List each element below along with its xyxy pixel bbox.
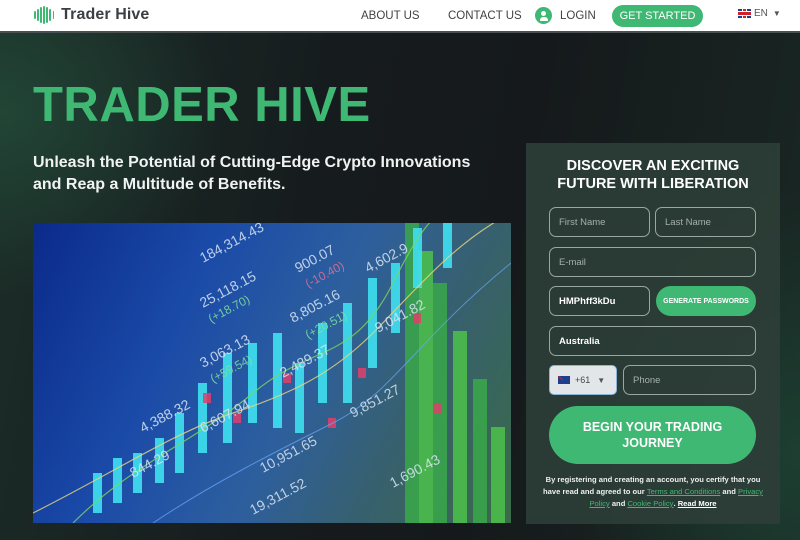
board-number: 19,311.52 — [247, 475, 309, 518]
caret-down-icon: ▼ — [597, 375, 606, 385]
board-number: 4,388.32 — [137, 396, 193, 436]
read-more-link[interactable]: Read More — [678, 499, 717, 508]
terms-link[interactable]: Terms and Conditions — [647, 487, 720, 496]
get-started-button[interactable]: GET STARTED — [612, 5, 703, 27]
brand-name: Trader Hive — [61, 6, 150, 23]
form-title-line2: FUTURE WITH LIBERATION — [557, 176, 749, 192]
australia-flag-icon — [558, 376, 570, 384]
red-candle — [433, 403, 441, 413]
nav-contact-us[interactable]: CONTACT US — [448, 0, 522, 31]
board-number: 844.29 — [127, 446, 173, 480]
form-title-line1: DISCOVER AN EXCITING — [566, 158, 740, 174]
login-label: LOGIN — [560, 9, 596, 22]
board-number: 10,951.65 — [257, 432, 320, 475]
brand-logo[interactable]: Trader Hive — [34, 6, 149, 24]
generate-password-button[interactable]: GENERATE PASSWORDS — [656, 286, 756, 316]
green-volume-bar — [419, 251, 433, 523]
terms-disclaimer: By registering and creating an account, … — [538, 474, 768, 510]
logo-bars-icon — [34, 6, 55, 24]
nav-login[interactable]: LOGIN — [535, 0, 596, 31]
green-volume-bar — [491, 427, 505, 523]
uk-flag-icon — [738, 9, 751, 18]
trading-chart-illustration: 184,314.4325,118.15(+18.70)3,063.13(+59.… — [33, 223, 511, 523]
begin-trading-button[interactable]: BEGIN YOUR TRADING JOURNEY — [549, 406, 756, 464]
green-volume-bar — [453, 331, 467, 523]
red-candle — [203, 393, 211, 403]
caret-down-icon: ▼ — [772, 9, 781, 18]
form-title: DISCOVER AN EXCITING FUTURE WITH LIBERAT… — [526, 157, 780, 193]
phone-code-select[interactable]: +61 ▼ — [549, 365, 617, 395]
last-name-input[interactable] — [655, 207, 756, 237]
board-number: 184,314.43 — [197, 223, 267, 266]
site-header: Trader Hive ABOUT US CONTACT US LOGIN GE… — [0, 0, 800, 33]
candlestick — [175, 413, 184, 473]
hero-subtitle: Unleash the Potential of Cutting-Edge Cr… — [33, 154, 471, 193]
user-icon — [535, 7, 552, 24]
green-volume-bar — [473, 379, 487, 523]
language-code: EN — [754, 8, 768, 19]
disclaimer-text: and — [720, 487, 739, 496]
hero-trading-image: 184,314.43 25,118.15 (+18.70) 3,063.13 (+59.… — [33, 223, 511, 523]
disclaimer-text: and — [609, 499, 628, 508]
cookie-link[interactable]: Cookie Policy — [627, 499, 673, 508]
country-select[interactable] — [549, 326, 756, 356]
language-selector[interactable]: EN ▼ — [738, 8, 781, 19]
red-candle — [358, 368, 366, 378]
candlestick — [113, 458, 122, 503]
phone-input[interactable] — [623, 365, 756, 395]
nav-about-us[interactable]: ABOUT US — [361, 0, 420, 31]
registration-form: DISCOVER AN EXCITING FUTURE WITH LIBERAT… — [526, 143, 780, 524]
first-name-input[interactable] — [549, 207, 650, 237]
candlestick — [273, 333, 282, 428]
candlestick — [413, 228, 422, 288]
hero-title: TRADER HIVE — [33, 78, 371, 132]
email-input[interactable] — [549, 247, 756, 277]
phone-code-value: +61 — [575, 375, 591, 385]
board-number: 4,602.9 — [362, 239, 411, 275]
board-number: 9,851.27 — [347, 381, 403, 421]
password-input[interactable] — [549, 286, 650, 316]
